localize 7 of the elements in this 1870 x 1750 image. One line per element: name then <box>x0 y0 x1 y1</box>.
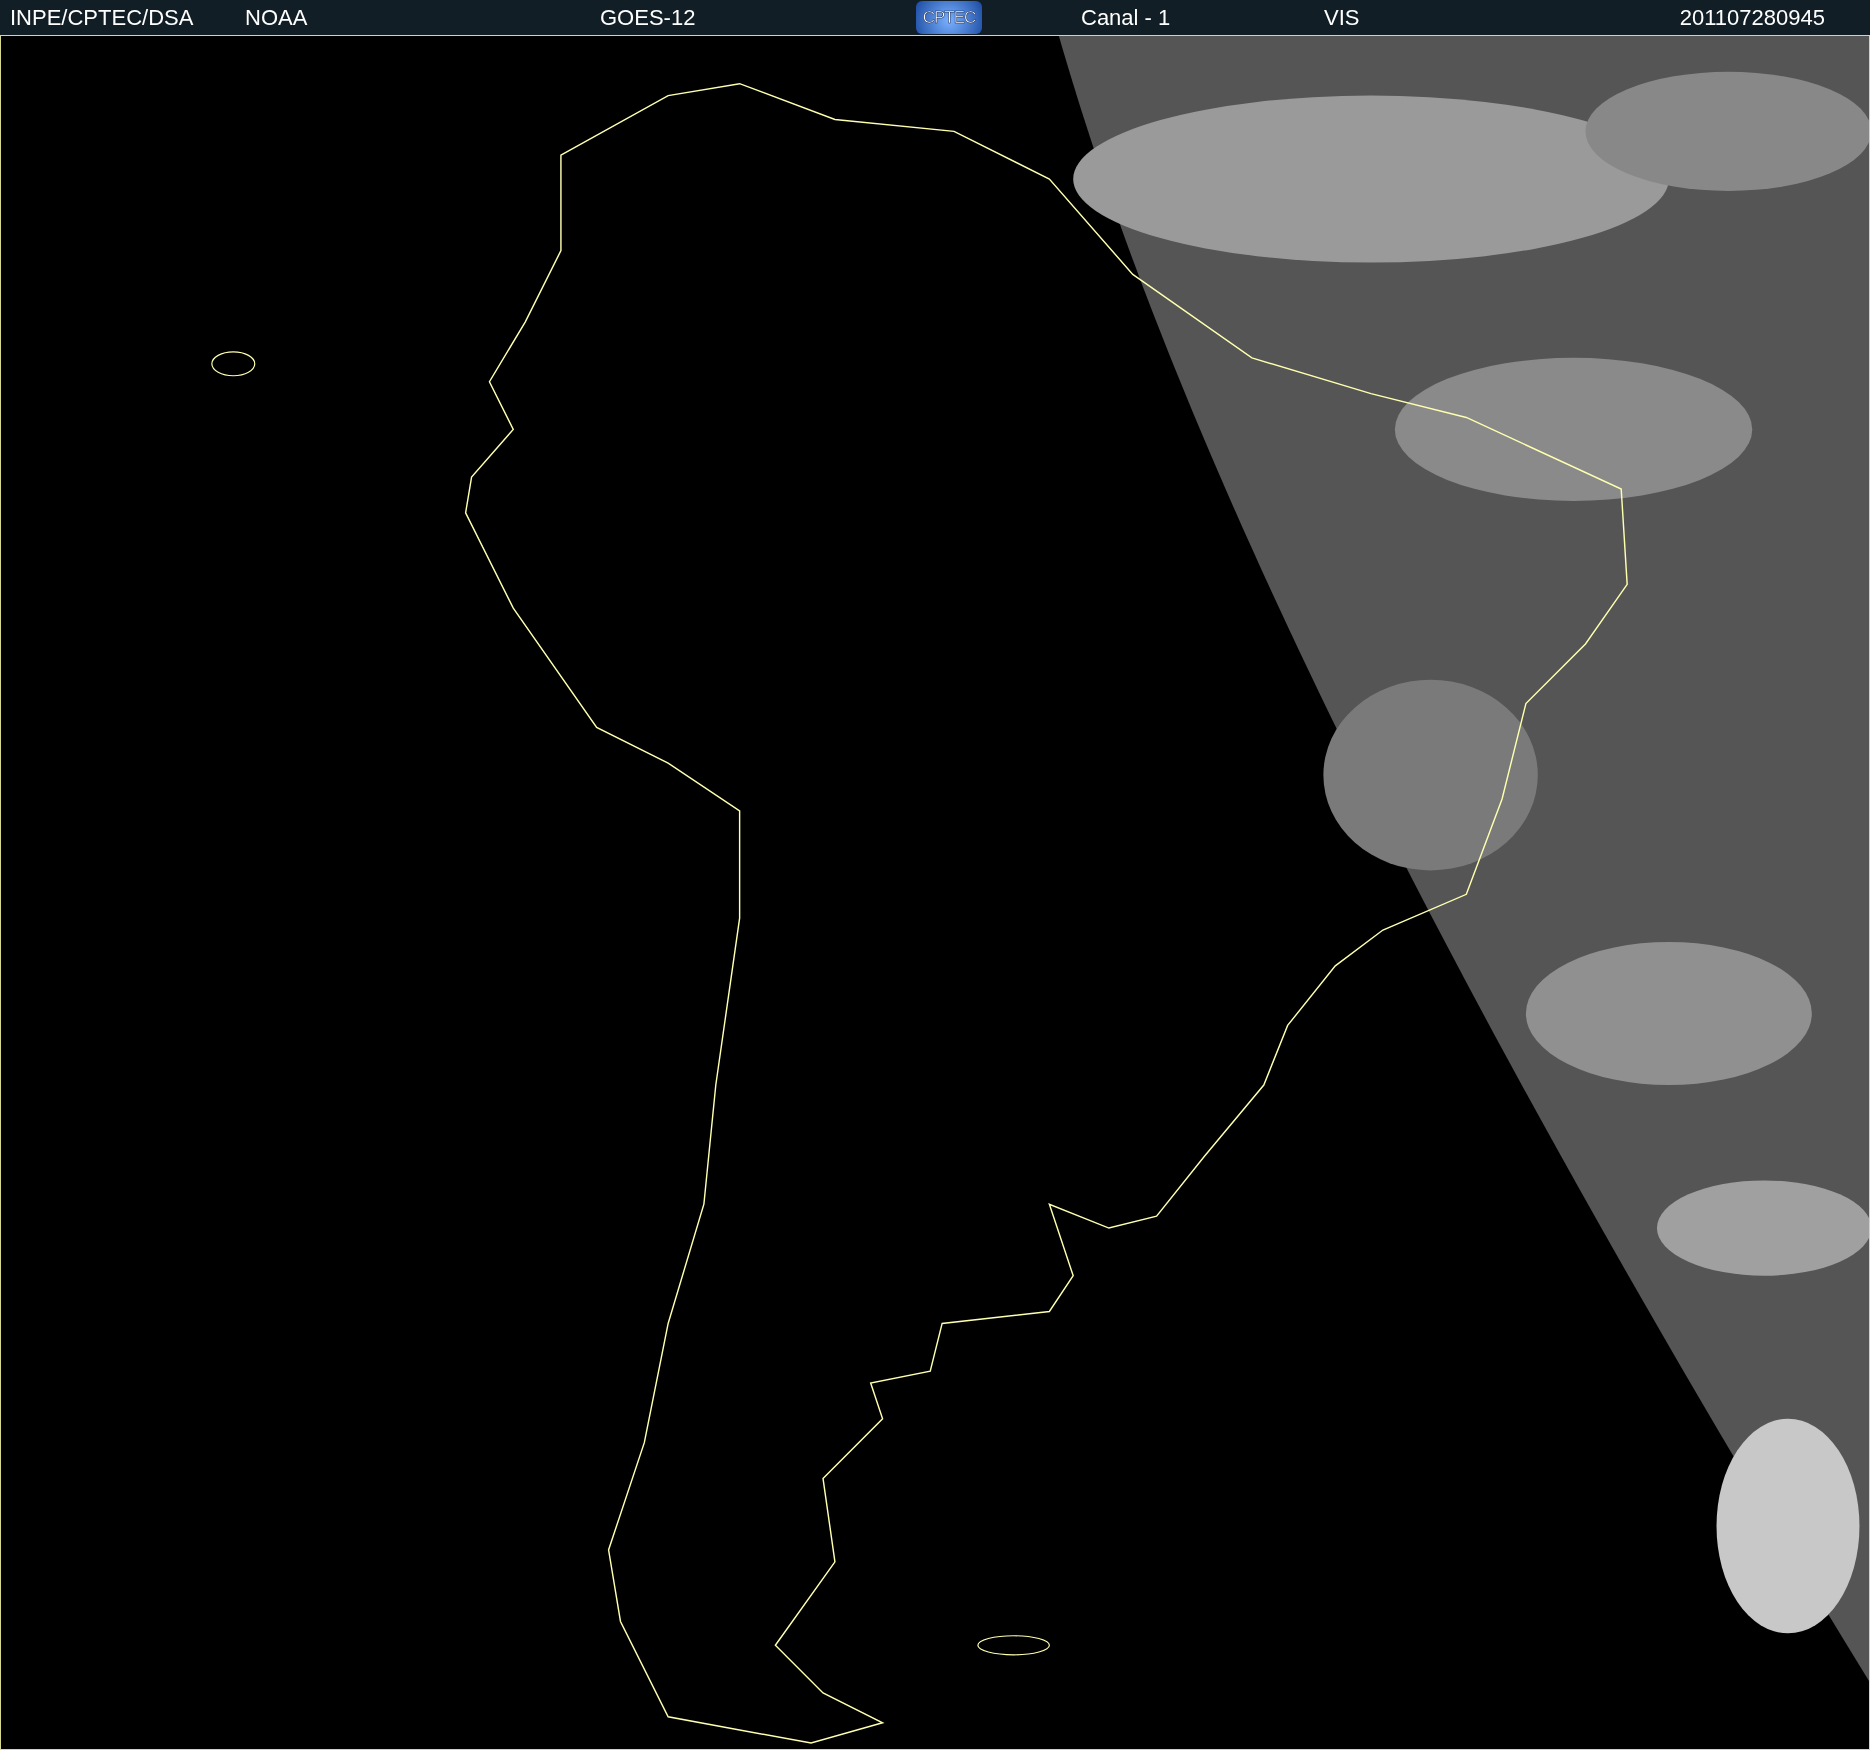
logo: CPTEC <box>916 1 982 34</box>
timestamp-label: 201107280945 <box>1679 4 1825 31</box>
satellite-label: GOES-12 <box>600 4 696 31</box>
channel-label: Canal - 1 <box>1081 4 1171 31</box>
source-label: INPE/CPTEC/DSA <box>10 4 194 31</box>
band-label: VIS <box>1324 4 1360 31</box>
agency-label: NOAA <box>245 4 308 31</box>
